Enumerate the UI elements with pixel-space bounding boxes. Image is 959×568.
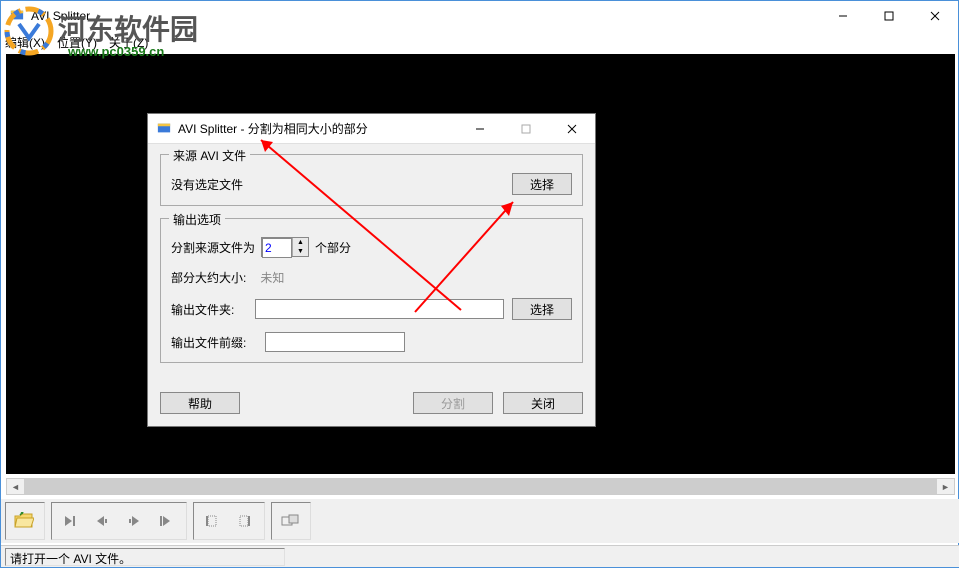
prev-frame-button[interactable] <box>55 506 85 536</box>
menu-about[interactable]: 关于(Z) <box>109 34 148 51</box>
app-icon <box>9 8 25 24</box>
menu-edit[interactable]: 编辑(X) <box>5 34 45 51</box>
main-titlebar: AVI Splitter <box>1 1 958 31</box>
dialog-maximize-button[interactable] <box>503 114 549 144</box>
spin-up-button[interactable]: ▲ <box>293 238 308 247</box>
menu-view[interactable]: 位置(Y) <box>57 34 97 51</box>
split-button[interactable]: 分割 <box>413 392 493 414</box>
status-text: 请打开一个 AVI 文件。 <box>5 548 285 566</box>
split-count-spinner[interactable]: ▲▼ <box>261 237 309 257</box>
split-count-input[interactable] <box>262 238 292 258</box>
close-button[interactable] <box>912 1 958 31</box>
output-group-legend: 输出选项 <box>169 211 225 228</box>
dialog-titlebar: AVI Splitter - 分割为相同大小的部分 <box>148 114 595 144</box>
dialog-icon <box>156 121 172 137</box>
step-forward-button[interactable] <box>119 506 149 536</box>
minimize-button[interactable] <box>820 1 866 31</box>
select-source-button[interactable]: 选择 <box>512 173 572 195</box>
main-title: AVI Splitter <box>31 9 90 23</box>
scroll-thumb[interactable] <box>24 479 937 494</box>
source-file-group: 来源 AVI 文件 没有选定文件 选择 <box>160 154 583 206</box>
output-folder-input[interactable] <box>255 299 504 319</box>
no-file-label: 没有选定文件 <box>171 176 243 193</box>
maximize-button[interactable] <box>866 1 912 31</box>
help-button[interactable]: 帮助 <box>160 392 240 414</box>
spin-down-button[interactable]: ▼ <box>293 247 308 256</box>
output-prefix-label: 输出文件前缀: <box>171 334 259 351</box>
output-folder-label: 输出文件夹: <box>171 301 249 318</box>
dialog-title: AVI Splitter - 分割为相同大小的部分 <box>178 120 368 137</box>
step-back-button[interactable] <box>87 506 117 536</box>
source-group-legend: 来源 AVI 文件 <box>169 147 250 164</box>
menubar: 编辑(X) 位置(Y) 关于(Z) <box>1 31 958 53</box>
split-count-label: 分割来源文件为 <box>171 239 255 256</box>
export-clip-button[interactable] <box>275 506 305 536</box>
approx-size-value: 未知 <box>260 269 284 286</box>
next-frame-button[interactable] <box>151 506 181 536</box>
output-options-group: 输出选项 分割来源文件为 ▲▼ 个部分 部分大约大小: 未知 输出文件夹: 选择… <box>160 218 583 363</box>
dialog-minimize-button[interactable] <box>457 114 503 144</box>
parts-suffix-label: 个部分 <box>315 239 351 256</box>
horizontal-scrollbar[interactable]: ◄ ► <box>6 478 955 495</box>
output-prefix-input[interactable] <box>265 332 405 352</box>
mark-in-button[interactable] <box>197 506 227 536</box>
split-dialog: AVI Splitter - 分割为相同大小的部分 来源 AVI 文件 没有选定… <box>147 113 596 427</box>
select-folder-button[interactable]: 选择 <box>512 298 572 320</box>
scroll-left-button[interactable]: ◄ <box>7 479 24 494</box>
statusbar: 请打开一个 AVI 文件。 <box>1 545 959 567</box>
approx-size-label: 部分大约大小: <box>171 269 246 286</box>
open-file-button[interactable] <box>9 506 39 536</box>
mark-out-button[interactable] <box>229 506 259 536</box>
close-dialog-button[interactable]: 关闭 <box>503 392 583 414</box>
scroll-right-button[interactable]: ► <box>937 479 954 494</box>
dialog-close-button[interactable] <box>549 114 595 144</box>
bottom-toolbar <box>1 499 959 543</box>
